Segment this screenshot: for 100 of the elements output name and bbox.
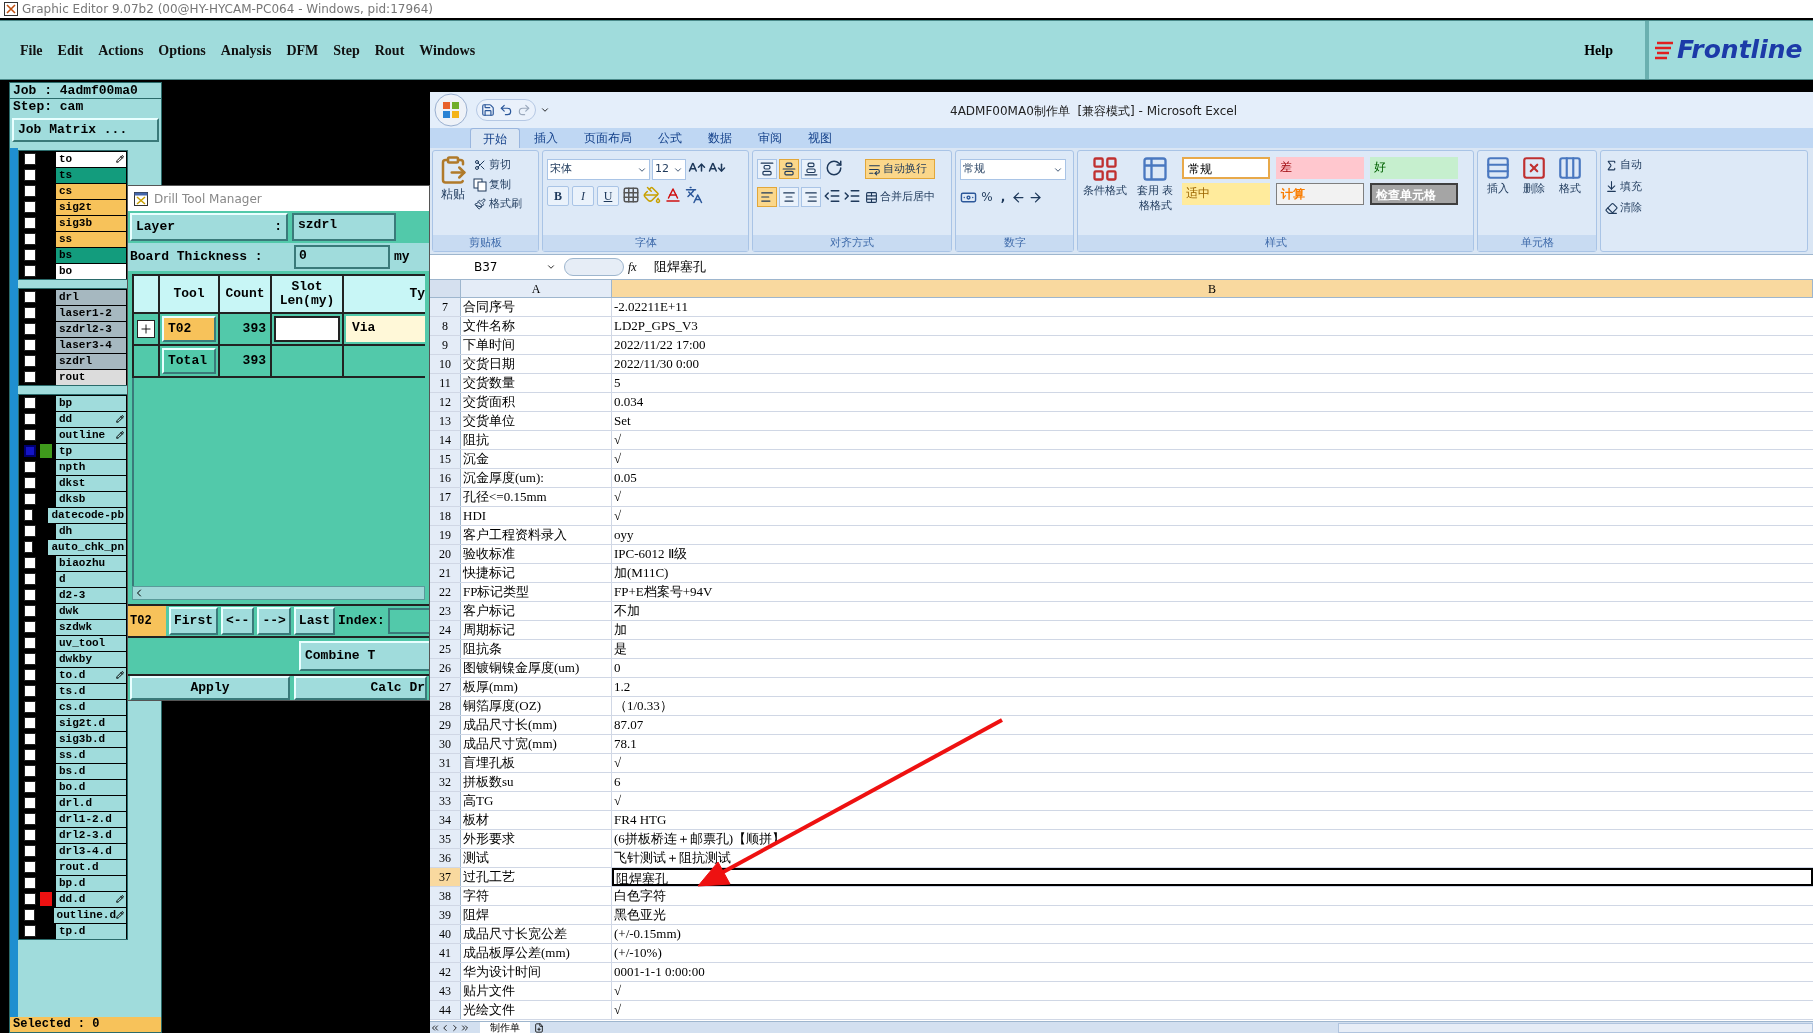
nav-button[interactable]: Last	[293, 607, 336, 635]
apply-button[interactable]: Apply	[130, 676, 290, 700]
nav-button[interactable]: <--	[221, 607, 255, 635]
align-center-icon[interactable]	[779, 187, 799, 207]
layer-checkbox[interactable]	[24, 371, 36, 383]
delete-button[interactable]: 删除	[1518, 155, 1550, 198]
row-header[interactable]: 15	[430, 450, 461, 468]
row-header[interactable]: 7	[430, 298, 461, 316]
table-cell[interactable]: 0	[612, 659, 1813, 677]
row-header[interactable]: 37	[430, 868, 461, 886]
ribbon-tab[interactable]: 插入	[522, 128, 570, 148]
layer-checkbox[interactable]	[24, 909, 36, 921]
row-header[interactable]: 14	[430, 431, 461, 449]
layer-row[interactable]: sig3b	[56, 215, 126, 231]
font-size-dropdown[interactable]: 12	[652, 159, 686, 180]
layer-checkbox[interactable]	[24, 509, 34, 521]
layer-checkbox[interactable]	[24, 445, 36, 457]
cell-style[interactable]: 好	[1370, 157, 1458, 179]
layer-row[interactable]: dd.d	[56, 891, 126, 907]
layer-field[interactable]: szdrl	[292, 213, 396, 241]
table-cell[interactable]: oyy	[612, 526, 1813, 544]
row-header[interactable]: 11	[430, 374, 461, 392]
percent-button[interactable]: %	[979, 188, 995, 206]
table-cell[interactable]: √	[612, 792, 1813, 810]
ribbon-tab[interactable]: 视图	[796, 128, 844, 148]
layer-row[interactable]: ss.d	[56, 747, 126, 763]
tool-button[interactable]: T02	[162, 316, 216, 342]
cell-style[interactable]: 适中	[1182, 183, 1270, 205]
decrease-decimal-icon[interactable]	[1028, 189, 1043, 205]
table-cell[interactable]: 78.1	[612, 735, 1813, 753]
layer-row[interactable]: ts.d	[56, 683, 126, 699]
layer-row[interactable]: tp.d	[56, 923, 126, 939]
table-cell[interactable]: √	[612, 1001, 1813, 1019]
layer-checkbox[interactable]	[24, 397, 36, 409]
layer-checkbox[interactable]	[24, 185, 36, 197]
layer-row[interactable]: sig2t	[56, 199, 126, 215]
row-header[interactable]: 22	[430, 583, 461, 601]
layer-checkbox[interactable]	[24, 653, 36, 665]
row-header[interactable]: 27	[430, 678, 461, 696]
table-cell[interactable]: 白色字符	[612, 887, 1813, 905]
layer-row[interactable]: outline.d	[53, 907, 126, 923]
layer-checkbox[interactable]	[24, 323, 36, 335]
row-header[interactable]: 38	[430, 887, 461, 905]
layer-checkbox[interactable]	[24, 621, 36, 633]
layer-checkbox[interactable]	[24, 339, 36, 351]
row-header[interactable]: 13	[430, 412, 461, 430]
prev-sheet-icon[interactable]	[440, 1022, 450, 1033]
layer-checkbox[interactable]	[24, 355, 36, 367]
layer-checkbox[interactable]	[24, 201, 36, 213]
expand-icon[interactable]	[137, 320, 155, 338]
layer-row[interactable]: dd	[56, 411, 126, 427]
row-header[interactable]: 10	[430, 355, 461, 373]
clipboard-button[interactable]: 剪切	[473, 157, 522, 174]
table-cell[interactable]: 5	[612, 374, 1813, 392]
menu-item[interactable]: Rout	[374, 39, 405, 61]
layer-checkbox[interactable]	[24, 413, 36, 425]
table-cell[interactable]: √	[612, 431, 1813, 449]
layer-row[interactable]: biaozhu	[56, 555, 126, 571]
layer-row[interactable]: laser3-4	[56, 337, 126, 353]
row-header[interactable]: 18	[430, 507, 461, 525]
table-cell[interactable]: √	[612, 507, 1813, 525]
layer-checkbox[interactable]	[24, 685, 36, 697]
row-header[interactable]: 19	[430, 526, 461, 544]
row-header[interactable]: 36	[430, 849, 461, 867]
insert-button[interactable]: 插入	[1482, 155, 1514, 198]
layer-row[interactable]: drl.d	[56, 795, 126, 811]
layer-checkbox[interactable]	[24, 765, 36, 777]
menu-item[interactable]: Actions	[98, 39, 144, 61]
first-sheet-icon[interactable]	[430, 1022, 440, 1033]
layer-row[interactable]: szdrl2-3	[56, 321, 126, 337]
row-header[interactable]: 41	[430, 944, 461, 962]
layer-row[interactable]: d2-3	[56, 587, 126, 603]
underline-button[interactable]: U	[597, 186, 619, 206]
layer-checkbox[interactable]	[24, 669, 36, 681]
layer-checkbox[interactable]	[24, 573, 36, 585]
row-header[interactable]: 21	[430, 564, 461, 582]
layer-checkbox[interactable]	[24, 307, 36, 319]
increase-decimal-icon[interactable]	[1011, 189, 1026, 205]
table-cell[interactable]: (+/-0.15mm)	[612, 925, 1813, 943]
conditional-format-button[interactable]: 条件格式	[1082, 155, 1128, 200]
rotate-text-icon[interactable]	[825, 159, 843, 177]
borders-icon[interactable]	[622, 186, 640, 204]
layer-checkbox[interactable]	[24, 637, 36, 649]
layer-row[interactable]: cs.d	[56, 699, 126, 715]
table-cell[interactable]: （1/0.33）	[612, 697, 1813, 715]
menu-item[interactable]: Edit	[57, 39, 84, 61]
table-cell[interactable]: 黑色亚光	[612, 906, 1813, 924]
next-sheet-icon[interactable]	[450, 1022, 460, 1033]
layer-checkbox[interactable]	[24, 525, 36, 537]
type-field[interactable]: Via	[346, 316, 425, 342]
save-icon[interactable]	[481, 103, 495, 117]
layer-row[interactable]: bp.d	[56, 875, 126, 891]
cell-style[interactable]: 常规	[1182, 157, 1270, 179]
menu-item[interactable]: Windows	[419, 39, 476, 61]
table-cell[interactable]: (+/-10%)	[612, 944, 1813, 962]
bold-button[interactable]: B	[547, 186, 569, 206]
last-sheet-icon[interactable]	[460, 1022, 470, 1033]
wrap-text-button[interactable]: 自动换行	[865, 159, 935, 179]
table-cell[interactable]: -2.02211E+11	[612, 298, 1813, 316]
table-cell[interactable]: 0.034	[612, 393, 1813, 411]
